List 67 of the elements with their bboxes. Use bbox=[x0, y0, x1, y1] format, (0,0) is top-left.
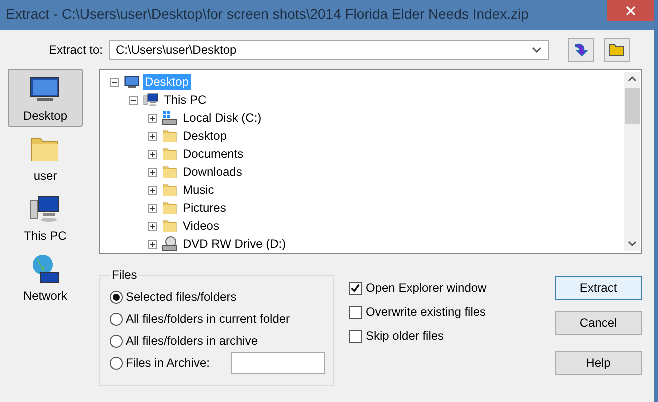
tree-item[interactable]: Pictures bbox=[180, 200, 228, 216]
scroll-thumb[interactable] bbox=[624, 88, 640, 124]
folder-icon bbox=[162, 218, 178, 234]
option-label: Selected files/folders bbox=[126, 290, 237, 304]
option-label: Files in Archive: bbox=[126, 356, 210, 370]
place-item[interactable]: Network bbox=[8, 249, 83, 307]
tree-item[interactable]: Documents bbox=[180, 146, 246, 162]
scroll-up-icon[interactable] bbox=[628, 76, 636, 82]
tree-item[interactable]: DVD RW Drive (D:) bbox=[180, 236, 288, 252]
collapse-toggle[interactable] bbox=[128, 96, 138, 104]
radio-button[interactable] bbox=[110, 290, 123, 304]
expand-toggle[interactable] bbox=[148, 132, 157, 140]
tree-item[interactable]: Downloads bbox=[180, 164, 244, 180]
tree-item[interactable]: Videos bbox=[180, 218, 222, 234]
place-item[interactable]: This PC bbox=[8, 189, 83, 247]
option-label: All files/folders in current folder bbox=[126, 312, 290, 326]
expand-toggle[interactable] bbox=[148, 168, 157, 176]
radio-button[interactable] bbox=[110, 356, 123, 370]
input-field[interactable] bbox=[231, 352, 325, 374]
folder-icon bbox=[162, 200, 178, 216]
expand-toggle[interactable] bbox=[148, 222, 157, 230]
window-title: Extract - C:\Users\user\Desktop\for screen shots\2014 Florida Elder Needs Index.zip bbox=[6, 6, 529, 22]
checkbox-label: Open Explorer window bbox=[366, 281, 487, 295]
folder-icon bbox=[162, 164, 178, 180]
folder-icon bbox=[162, 182, 178, 198]
destination-combo-box[interactable]: C:\Users\user\Desktop bbox=[109, 40, 549, 60]
checkbox[interactable] bbox=[349, 306, 362, 318]
folder-icon bbox=[609, 42, 625, 58]
vertical-scrollbar[interactable] bbox=[624, 72, 640, 251]
folder-icon bbox=[162, 128, 178, 144]
browse-folder-button[interactable] bbox=[604, 38, 630, 62]
computer-icon bbox=[142, 92, 159, 108]
extract-to-label: Extract to: bbox=[48, 43, 103, 57]
close-button[interactable] bbox=[607, 0, 654, 21]
place-item[interactable]: user bbox=[8, 129, 83, 187]
tree-item[interactable]: Desktop bbox=[180, 128, 229, 144]
tree-item[interactable]: Music bbox=[180, 182, 216, 198]
close-icon bbox=[626, 6, 636, 16]
collapse-toggle[interactable] bbox=[110, 78, 119, 86]
monitor-icon bbox=[124, 74, 140, 90]
checkbox-label: Skip older files bbox=[366, 329, 444, 343]
expand-toggle[interactable] bbox=[148, 204, 157, 212]
checkbox[interactable] bbox=[349, 330, 362, 342]
curved-arrow-icon bbox=[573, 42, 589, 58]
move-down-button[interactable] bbox=[568, 38, 594, 62]
checkbox[interactable] bbox=[349, 282, 362, 294]
disk-drive-icon bbox=[162, 110, 178, 126]
group-title: Files bbox=[110, 268, 138, 282]
place-item[interactable]: Desktop bbox=[8, 69, 83, 127]
checkbox-label: Overwrite existing files bbox=[366, 305, 486, 319]
radio-button[interactable] bbox=[110, 334, 123, 348]
optical-drive-icon bbox=[162, 236, 178, 252]
destination-path: C:\Users\user\Desktop bbox=[116, 43, 237, 57]
radio-button[interactable] bbox=[110, 312, 123, 326]
dialog-button[interactable]: Help bbox=[555, 351, 642, 375]
tree-item[interactable]: Local Disk (C:) bbox=[180, 110, 264, 126]
dialog-button[interactable]: Cancel bbox=[555, 311, 642, 335]
expand-toggle[interactable] bbox=[148, 186, 157, 194]
option-label: All files/folders in archive bbox=[126, 334, 258, 348]
scroll-down-icon[interactable] bbox=[628, 241, 636, 247]
expand-toggle[interactable] bbox=[148, 150, 157, 158]
folder-icon bbox=[162, 146, 178, 162]
expand-toggle[interactable] bbox=[148, 240, 157, 248]
tree-item[interactable]: This PC bbox=[162, 92, 209, 108]
dropdown-icon bbox=[532, 47, 542, 53]
dialog-button[interactable]: Extract bbox=[555, 276, 642, 300]
expand-toggle[interactable] bbox=[148, 114, 157, 122]
